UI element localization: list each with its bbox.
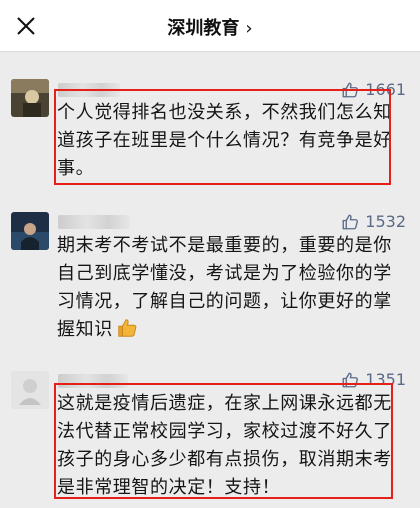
avatar[interactable] xyxy=(11,371,49,409)
comment-text: 期末考不考试不是最重要的，重要的是你自己到底学懂没，考试是为了检验你的学习情况，… xyxy=(57,235,392,340)
chevron-right-icon: › xyxy=(245,18,253,39)
avatar[interactable] xyxy=(11,212,49,250)
avatar-image xyxy=(11,212,49,250)
highlight-box xyxy=(54,383,393,499)
avatar-image xyxy=(11,79,49,117)
like-count: 1532 xyxy=(365,212,406,231)
username-blurred[interactable] xyxy=(58,215,130,229)
nav-header: 深圳教育 › xyxy=(0,0,420,52)
like-button[interactable]: 1532 xyxy=(341,212,406,231)
thumbs-up-icon xyxy=(342,214,359,229)
avatar-image xyxy=(11,371,49,409)
comment-item: 1532 期末考不考试不是最重要的，重要的是你自己到底学懂没，考试是为了检验你的… xyxy=(0,202,420,362)
comment-text-wrapper: 期末考不考试不是最重要的，重要的是你自己到底学懂没，考试是为了检验你的学习情况，… xyxy=(57,232,397,348)
avatar[interactable] xyxy=(11,79,49,117)
thumbs-up-emoji xyxy=(116,317,138,348)
account-title: 深圳教育 xyxy=(167,18,240,39)
highlight-box xyxy=(54,89,391,185)
account-title-link[interactable]: 深圳教育 › xyxy=(0,14,420,40)
